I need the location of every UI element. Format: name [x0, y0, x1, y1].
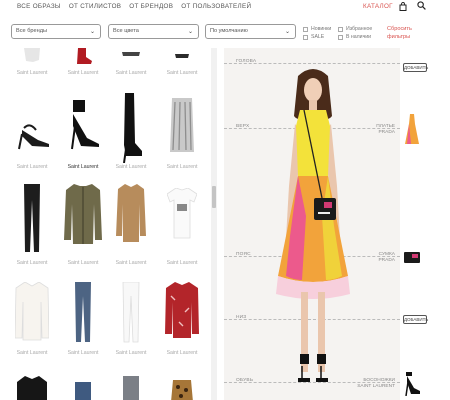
- product-brand: Saint Laurent: [16, 164, 48, 170]
- product-image-shoe[interactable]: [171, 48, 193, 66]
- item-label-bag[interactable]: СУМКА PRADA: [378, 252, 395, 264]
- reset-label-line2: фильтры: [387, 34, 411, 40]
- top-navigation: ВСЕ ОБРАЗЫ ОТ СТИЛИСТОВ ОТ БРЕНДОВ ОТ ПО…: [0, 0, 450, 16]
- favorites-checkbox[interactable]: Избранное: [338, 25, 372, 33]
- checkbox-icon: [303, 34, 308, 40]
- chevron-down-icon: ⌄: [89, 29, 95, 35]
- zone-label-belt: ПОЯС: [236, 252, 251, 257]
- product-image-red-shirt[interactable]: [165, 282, 199, 340]
- sandals-thumbnail[interactable]: [404, 372, 420, 396]
- product-brand: Saint Laurent: [67, 70, 99, 76]
- brand-filter-value: Все бренды: [16, 28, 47, 34]
- reset-filters-link[interactable]: Сбросить фильтры: [387, 25, 412, 41]
- checkbox-label: В наличии: [346, 34, 372, 40]
- product-image-leather-pants[interactable]: [20, 184, 44, 254]
- nav-from-brands[interactable]: ОТ БРЕНДОВ: [129, 3, 173, 10]
- product-image-silver-skirt[interactable]: [167, 98, 197, 154]
- product-image-white-pants[interactable]: [120, 282, 142, 344]
- grid-scrollbar-thumb[interactable]: [212, 186, 216, 208]
- product-brand: Saint Laurent: [16, 260, 48, 266]
- item-brand: PRADA: [378, 130, 395, 135]
- sort-value: По умолчанию: [210, 28, 248, 34]
- checkbox-icon: [303, 26, 308, 32]
- in-stock-checkbox[interactable]: В наличии: [338, 33, 372, 41]
- product-grid: Saint Laurent Saint Laurent Saint Lauren…: [8, 48, 208, 400]
- look-builder-panel: ГОЛОВА ВЕРХ ПОЯС НИЗ ОБУВЬ ПЛАТЬЕ PRADA …: [224, 48, 400, 400]
- product-brand: Saint Laurent: [115, 70, 147, 76]
- bag-thumbnail[interactable]: [404, 250, 420, 264]
- product-image-jeans[interactable]: [72, 382, 94, 400]
- product-image-red-boot[interactable]: [72, 48, 94, 66]
- checkbox-icon: [338, 26, 343, 32]
- nav-from-stylists[interactable]: ОТ СТИЛИСТОВ: [69, 3, 121, 10]
- checkbox-label: Избранное: [346, 26, 373, 32]
- product-image-blue-jeans[interactable]: [72, 282, 94, 344]
- color-filter-value: Все цвета: [113, 28, 139, 34]
- product-image-white-tshirt[interactable]: [167, 188, 197, 240]
- checkbox-group-right: Избранное В наличии: [338, 25, 372, 41]
- new-arrivals-checkbox[interactable]: Новинки: [303, 25, 331, 33]
- item-label-dress[interactable]: ПЛАТЬЕ PRADA: [376, 124, 395, 136]
- product-image-black-heel[interactable]: [63, 100, 103, 150]
- nav-links: ВСЕ ОБРАЗЫ ОТ СТИЛИСТОВ ОТ БРЕНДОВ ОТ ПО…: [17, 3, 251, 10]
- sort-select[interactable]: По умолчанию ⌄: [205, 24, 296, 39]
- product-image-black-top[interactable]: [17, 376, 47, 400]
- product-image-leopard-item[interactable]: [169, 378, 195, 400]
- dress-thumbnail[interactable]: [405, 114, 419, 144]
- checkbox-icon: [338, 34, 343, 40]
- nav-from-users[interactable]: ОТ ПОЛЬЗОВАТЕЛЕЙ: [181, 3, 251, 10]
- product-image-white-blouse[interactable]: [15, 282, 49, 342]
- item-label-shoes[interactable]: БОСОНОЖКИ SAINT LAURENT: [357, 378, 395, 390]
- product-image-shoe[interactable]: [120, 48, 142, 66]
- add-head-button[interactable]: ДОБАВИТЬ: [403, 63, 428, 72]
- product-image-tan-shirt[interactable]: [116, 184, 146, 246]
- zone-label-top: ВЕРХ: [236, 124, 250, 129]
- product-brand: Saint Laurent: [166, 350, 198, 356]
- reset-label-line1: Сбросить: [387, 26, 412, 32]
- product-brand: Saint Laurent: [115, 164, 147, 170]
- model-figure: [276, 69, 350, 382]
- grid-scrollbar[interactable]: [211, 48, 217, 400]
- nav-catalog[interactable]: КАТАЛОГ: [363, 3, 393, 10]
- brand-filter-select[interactable]: Все бренды ⌄: [11, 24, 101, 39]
- search-icon[interactable]: [417, 1, 426, 10]
- item-brand: SAINT LAURENT: [357, 384, 395, 389]
- item-brand: PRADA: [378, 258, 395, 263]
- zone-label-bottom: НИЗ: [236, 315, 247, 320]
- product-image-metallic-shirt[interactable]: [64, 184, 102, 246]
- product-brand: Saint Laurent: [16, 350, 48, 356]
- color-filter-select[interactable]: Все цвета ⌄: [108, 24, 199, 39]
- zone-label-shoes: ОБУВЬ: [236, 378, 254, 383]
- checkbox-label: SALE: [311, 34, 325, 40]
- product-brand: Saint Laurent: [115, 260, 147, 266]
- checkbox-label: Новинки: [311, 26, 332, 32]
- product-brand: Saint Laurent: [166, 70, 198, 76]
- product-brand: Saint Laurent: [115, 350, 147, 356]
- sale-checkbox[interactable]: SALE: [303, 33, 331, 41]
- zone-label-head: ГОЛОВА: [236, 59, 257, 64]
- product-brand: Saint Laurent: [166, 164, 198, 170]
- chevron-down-icon: ⌄: [187, 29, 193, 35]
- chevron-down-icon: ⌄: [284, 29, 290, 35]
- product-brand: Saint Laurent: [16, 70, 48, 76]
- product-brand: Saint Laurent: [67, 164, 99, 170]
- product-image-tall-boot[interactable]: [118, 93, 144, 163]
- product-image-shoe[interactable]: [21, 48, 43, 66]
- checkbox-group-left: Новинки SALE: [303, 25, 331, 41]
- product-image-grey-jeans[interactable]: [120, 376, 142, 400]
- product-brand: Saint Laurent: [67, 350, 99, 356]
- add-bottom-button[interactable]: ДОБАВИТЬ: [403, 315, 428, 324]
- product-brand: Saint Laurent: [166, 260, 198, 266]
- product-image-black-sandal[interactable]: [12, 100, 52, 150]
- product-brand: Saint Laurent: [67, 260, 99, 266]
- nav-all-looks[interactable]: ВСЕ ОБРАЗЫ: [17, 3, 61, 10]
- shopping-bag-icon[interactable]: [399, 2, 407, 11]
